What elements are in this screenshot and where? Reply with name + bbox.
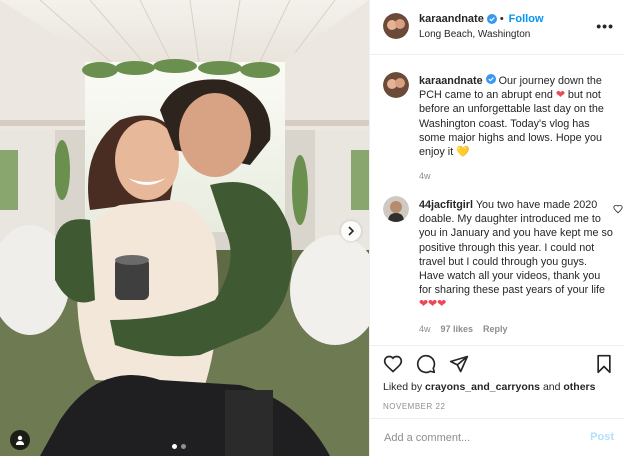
post-date[interactable]: NOVEMBER 22 xyxy=(383,402,445,411)
red-heart-emoji: ❤ xyxy=(555,89,565,102)
caption-meta: 4w xyxy=(419,169,615,183)
caption-body: karaandnate Our journey down the PCH cam… xyxy=(419,74,615,183)
share-icon xyxy=(449,355,469,373)
author-avatar-image xyxy=(383,13,409,39)
add-comment-input[interactable] xyxy=(382,427,576,449)
share-button[interactable] xyxy=(449,354,469,374)
add-comment-bar: Post xyxy=(370,418,624,456)
bookmark-icon xyxy=(597,354,611,374)
author-username[interactable]: karaandnate xyxy=(419,13,484,25)
comment-button[interactable] xyxy=(416,354,436,374)
comment-username[interactable]: 44jacfitgirl xyxy=(419,199,473,211)
post-side-panel: karaandnate • Follow Long Beach, Washing… xyxy=(369,0,624,456)
liked-by-prefix: Liked by xyxy=(383,381,423,393)
carousel-next-button[interactable] xyxy=(341,221,361,241)
instagram-post: karaandnate • Follow Long Beach, Washing… xyxy=(0,0,624,456)
yellow-heart-emoji: 💛 xyxy=(456,146,470,159)
liked-by-user[interactable]: crayons_and_carryons xyxy=(425,381,540,393)
comment-like-heart-icon[interactable] xyxy=(613,204,623,214)
reply-button[interactable]: Reply xyxy=(483,322,508,336)
comment-icon xyxy=(416,354,436,374)
heart-icon xyxy=(383,355,403,373)
user-tag-icon xyxy=(16,435,24,445)
liked-by-conj: and xyxy=(542,381,561,393)
comment-body: 44jacfitgirl You two have made 2020 doab… xyxy=(419,198,615,336)
liked-by-others[interactable]: others xyxy=(563,381,595,393)
like-button[interactable] xyxy=(383,354,403,374)
post-actions: Liked by crayons_and_carryons and others… xyxy=(370,345,624,411)
follow-button[interactable]: Follow xyxy=(509,13,544,25)
verified-badge-icon xyxy=(486,14,497,24)
comment-text: You two have made 2020 doable. My daught… xyxy=(419,199,613,297)
post-location[interactable]: Long Beach, Washington xyxy=(419,29,530,40)
user-tag-button[interactable] xyxy=(10,430,30,450)
action-icons xyxy=(383,354,469,374)
chevron-right-icon xyxy=(348,226,355,236)
liked-by: Liked by crayons_and_carryons and others xyxy=(383,381,595,393)
red-hearts-emoji: ❤❤❤ xyxy=(419,298,447,311)
verified-badge-icon xyxy=(485,74,496,84)
post-photo[interactable] xyxy=(0,0,369,456)
caption-avatar[interactable] xyxy=(383,72,409,98)
post-header: karaandnate • Follow Long Beach, Washing… xyxy=(370,0,624,55)
carousel-indicator xyxy=(172,444,186,449)
comment-meta: 4w 97 likes Reply xyxy=(419,322,615,336)
comment-likes[interactable]: 97 likes xyxy=(441,322,474,336)
author-username-row: karaandnate • Follow xyxy=(419,13,544,25)
author-avatar[interactable] xyxy=(383,13,409,39)
more-options-icon[interactable]: ••• xyxy=(596,18,614,34)
caption-age[interactable]: 4w xyxy=(419,169,431,183)
post-comment-button[interactable]: Post xyxy=(590,431,614,443)
caption-avatar-image xyxy=(383,72,409,98)
carousel-dot-2 xyxy=(181,444,186,449)
commenter-avatar[interactable] xyxy=(383,196,409,222)
carousel-dot-1 xyxy=(172,444,177,449)
comment-age[interactable]: 4w xyxy=(419,322,431,336)
caption-username[interactable]: karaandnate xyxy=(419,75,483,87)
save-button[interactable] xyxy=(594,354,614,374)
commenter-avatar-image xyxy=(383,196,409,222)
van-interior-photo xyxy=(0,0,369,456)
separator-dot: • xyxy=(499,13,504,25)
